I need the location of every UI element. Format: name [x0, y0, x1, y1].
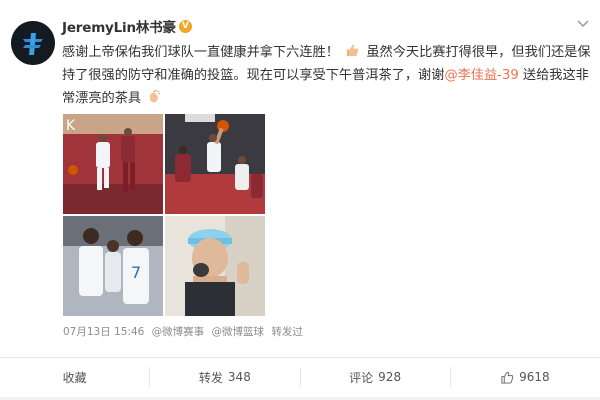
verified-badge-icon: V	[178, 19, 192, 33]
clapping-hands-emoji-icon	[150, 89, 161, 103]
post-text-1: 感谢上帝保佑我们球队一直健康并拿下六连胜！	[62, 45, 339, 60]
photo-basketball-drive[interactable]: K	[63, 114, 163, 214]
mention-link[interactable]: @李佳益-39	[444, 68, 518, 83]
favorite-label: 收藏	[62, 370, 87, 385]
like-button[interactable]: 9618	[451, 358, 600, 396]
thumbs-up-icon	[501, 371, 514, 384]
source-suffix: 转发过	[271, 326, 303, 338]
post-timestamp[interactable]: 07月13日 15:46	[63, 326, 144, 338]
comment-count: 928	[378, 370, 402, 384]
photo-team-huddle[interactable]: 7	[63, 216, 163, 316]
comment-label: 评论	[349, 370, 374, 385]
source-link-1[interactable]: @微博赛事	[152, 326, 205, 338]
photo-tea-selfie[interactable]	[165, 216, 265, 316]
comment-button[interactable]: 评论 928	[301, 358, 450, 396]
chevron-down-icon[interactable]	[576, 18, 590, 28]
photo-basketball-layup[interactable]	[165, 114, 265, 214]
repost-label: 转发	[198, 370, 223, 385]
svg-text:K: K	[66, 118, 76, 134]
like-count: 9618	[519, 370, 550, 384]
post-content: 感谢上帝保佑我们球队一直健康并拿下六连胜！ 虽然今天比赛打得很早，但我们还是保持…	[62, 41, 597, 110]
svg-text:7: 7	[131, 263, 141, 282]
username[interactable]: JeremyLin林书豪	[62, 16, 176, 36]
post-meta: 07月13日 15:46 @微博赛事 @微博篮球 转发过	[63, 324, 307, 339]
repost-button[interactable]: 转发 348	[150, 358, 299, 396]
repost-count: 348	[227, 370, 251, 384]
action-bar: 收藏 转发 348 评论 928 9618	[0, 358, 600, 396]
avatar-logo-icon	[11, 21, 55, 65]
favorite-button[interactable]: 收藏	[0, 358, 149, 396]
avatar[interactable]	[11, 21, 55, 65]
thumbs-up-emoji-icon	[347, 44, 359, 57]
source-link-2[interactable]: @微博篮球	[212, 326, 265, 338]
post-header: JeremyLin林书豪 V	[62, 16, 580, 36]
